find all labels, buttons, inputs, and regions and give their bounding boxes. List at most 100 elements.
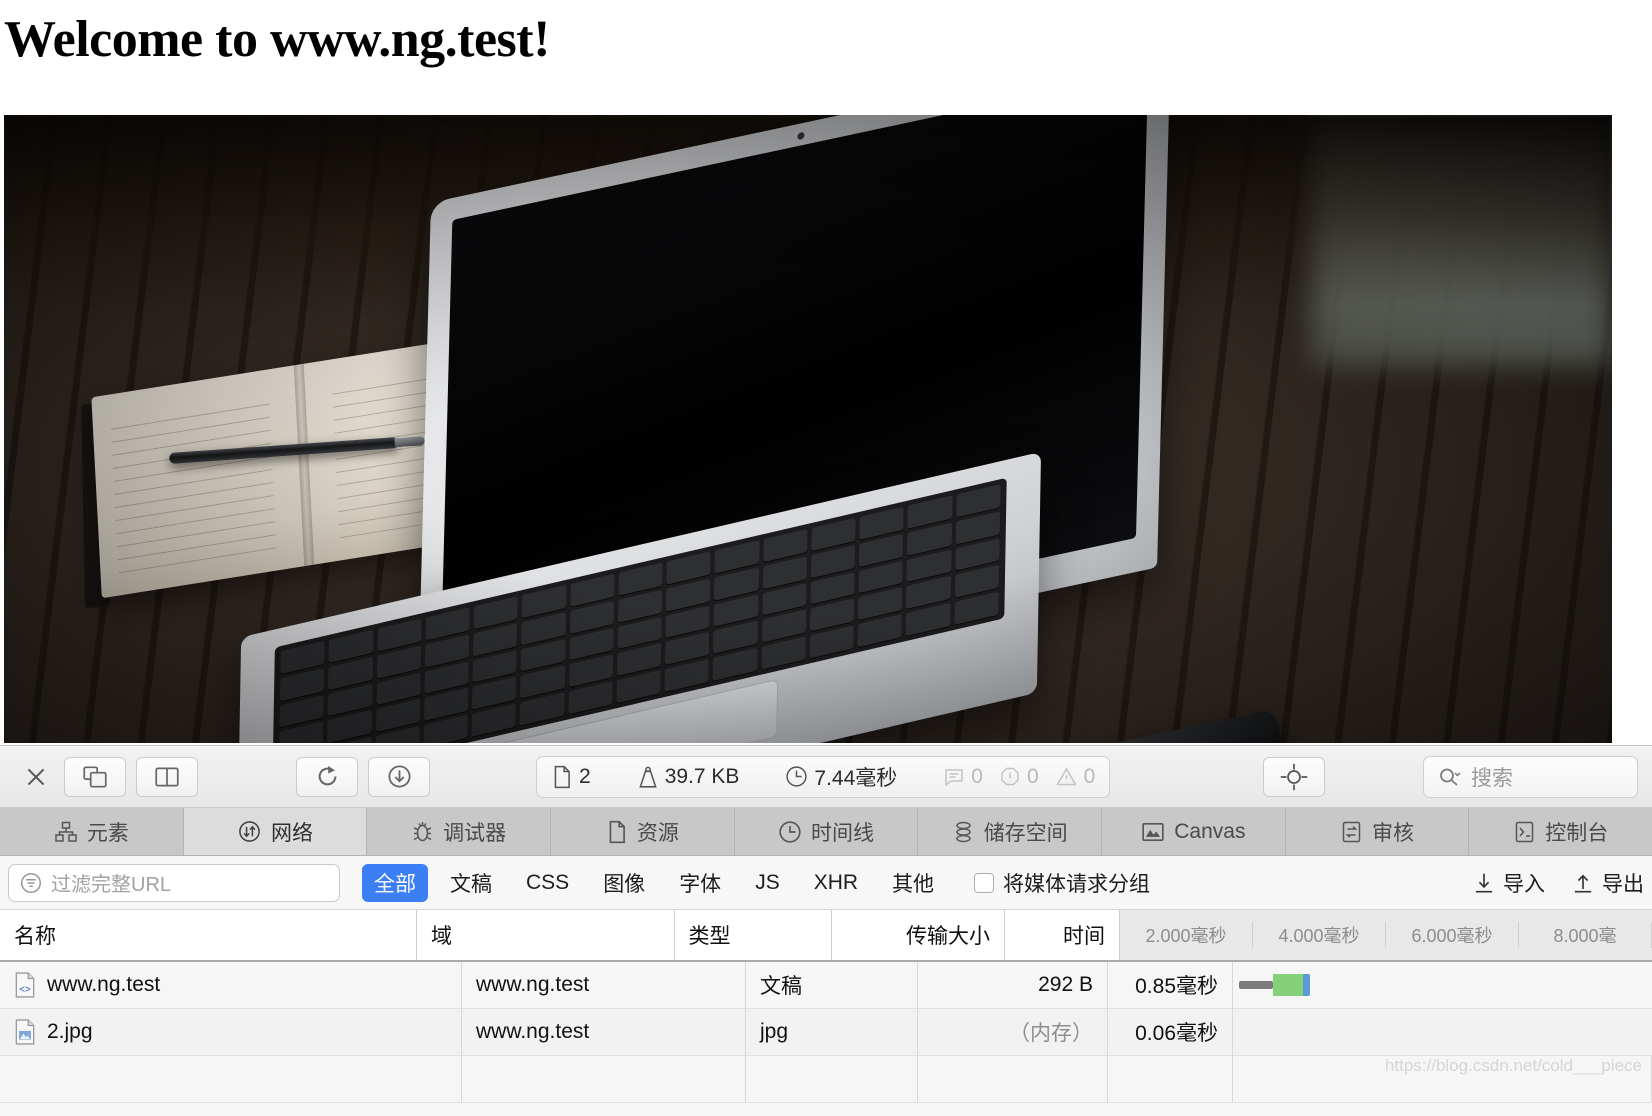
checkbox-box[interactable] [974,872,995,893]
empty-cell [1108,1056,1233,1103]
row-waterfall-cell [1233,1009,1652,1056]
row-domain-cell: www.ng.test [462,1009,746,1056]
timeline-clock-icon [779,820,801,843]
row-name-text: www.ng.test [47,973,161,996]
stat-messages[interactable]: 0 [943,765,983,789]
search-icon [1440,768,1461,786]
download-circle-icon [387,765,411,788]
column-header-waterfall: 2.000毫秒 4.000毫秒 6.000毫秒 8.000毫 [1120,910,1652,960]
row-size-cell: 292 B [918,962,1108,1009]
column-header-name[interactable]: 名称 [0,910,418,960]
tab-network[interactable]: 网络 [183,808,368,855]
console-icon [1515,821,1534,842]
dock-window-icon [83,765,107,788]
reload-icon [318,765,336,786]
filter-pill-js[interactable]: JS [743,867,792,899]
tab-debugger-label: 调试器 [443,821,507,845]
stat-errors[interactable]: 0 [999,765,1039,789]
empty-cell [746,1056,918,1103]
empty-cell [462,1056,746,1103]
tab-console-label: 控制台 [1545,821,1609,845]
waterfall-tick: 2.000毫秒 [1120,922,1253,948]
tab-canvas[interactable]: Canvas [1102,808,1286,855]
tab-resources-label: 资源 [636,821,679,845]
waterfall-tick: 4.000毫秒 [1253,922,1386,948]
row-name-text: 2.jpg [47,1020,93,1043]
tab-network-label: 网络 [271,821,313,845]
stat-warnings-value: 0 [1083,764,1096,788]
group-media-requests-label: 将媒体请求分组 [1003,872,1151,896]
hero-image: MacBook Air [4,115,1612,743]
table-row[interactable]: <> www.ng.test www.ng.test 文稿 292 B 0.85… [0,962,1652,1009]
filter-pill-font[interactable]: 字体 [667,864,733,902]
tab-elements[interactable]: 元素 [0,808,184,855]
stat-resources: 2 [551,765,591,789]
export-har-button[interactable]: 导出 [1571,868,1644,898]
tab-storage-label: 储存空间 [983,821,1068,845]
row-time-cell: 0.85毫秒 [1108,962,1233,1009]
row-time-cell: 0.06毫秒 [1108,1009,1233,1056]
network-icon [239,821,260,842]
storage-db-icon [955,821,971,842]
group-media-requests-checkbox[interactable]: 将媒体请求分组 [974,868,1150,898]
split-panel-icon [155,767,179,786]
crosshair-inspect-icon [1280,763,1308,790]
web-page-content: Welcome to www.ng.test! MacBook Air [0,0,1652,745]
filter-pill-css[interactable]: CSS [514,867,581,899]
document-icon [554,765,570,788]
devtools-panel: 2 39.7 KB 7.44毫秒 0 0 0 搜索 元素 网络 调试器 资源 时… [0,745,1652,1116]
stat-warnings[interactable]: 0 [1055,764,1096,789]
column-header-domain[interactable]: 域 [417,910,675,960]
network-filter-bar: 过滤完整URL 全部 文稿 CSS 图像 字体 JS XHR 其他 将媒体请求分… [0,856,1652,910]
error-icon [1001,767,1019,785]
split-panel-button[interactable] [136,756,198,797]
waterfall-segment-finish [1303,974,1310,996]
tab-storage[interactable]: 储存空间 [918,808,1103,855]
empty-cell [0,1056,462,1103]
reload-button[interactable] [296,756,358,797]
filter-pill-all[interactable]: 全部 [362,863,428,902]
svg-text:<>: <> [19,985,31,996]
waterfall-segment-download [1273,974,1303,996]
filter-pill-image[interactable]: 图像 [591,864,657,902]
inspect-element-button[interactable] [1263,756,1325,797]
column-header-type[interactable]: 类型 [674,910,832,960]
warning-icon [1055,767,1077,785]
waterfall-tick: 8.000毫 [1519,922,1652,948]
tab-timeline[interactable]: 时间线 [734,808,919,855]
row-type-cell: 文稿 [746,962,918,1009]
tab-console[interactable]: 控制台 [1469,808,1652,855]
funnel-icon [20,872,42,893]
debugger-bug-icon [413,821,432,841]
audit-icon [1342,821,1361,842]
tab-resources[interactable]: 资源 [551,808,735,855]
stat-transfer-size: 39.7 KB [637,765,739,789]
dock-window-button[interactable] [64,756,126,797]
waterfall-segment-wait [1239,981,1273,989]
close-devtools-button[interactable] [14,757,58,797]
filter-pill-document[interactable]: 文稿 [438,864,504,902]
tab-elements-label: 元素 [86,821,129,845]
import-har-button[interactable]: 导入 [1472,868,1545,898]
tab-debugger[interactable]: 调试器 [367,808,552,855]
column-header-time[interactable]: 时间 [1004,910,1120,960]
stat-load-time-value: 7.44毫秒 [814,766,898,790]
weight-icon [638,766,657,788]
tab-audit[interactable]: 审核 [1285,808,1470,855]
table-row[interactable]: 2.jpg www.ng.test jpg （内存） 0.06毫秒 [0,1009,1652,1056]
page-title: Welcome to www.ng.test! [4,11,550,68]
html-document-icon: <> [15,972,35,998]
filter-pill-xhr[interactable]: XHR [802,867,870,899]
stat-resources-value: 2 [579,764,591,788]
column-header-size[interactable]: 传输大小 [831,910,1005,960]
devtools-toolbar: 2 39.7 KB 7.44毫秒 0 0 0 搜索 [0,746,1652,808]
tab-timeline-label: 时间线 [811,821,875,845]
row-waterfall-cell [1233,962,1652,1009]
filter-pill-other[interactable]: 其他 [880,864,946,902]
preserve-log-button[interactable] [368,756,430,797]
devtools-search-field[interactable]: 搜索 [1423,755,1638,798]
row-name-cell[interactable]: <> www.ng.test [0,962,462,1009]
row-name-cell[interactable]: 2.jpg [0,1009,462,1056]
devtools-tab-bar: 元素 网络 调试器 资源 时间线 储存空间 Canvas 审核 控制台 [0,808,1652,856]
url-filter-input[interactable]: 过滤完整URL [8,863,340,902]
